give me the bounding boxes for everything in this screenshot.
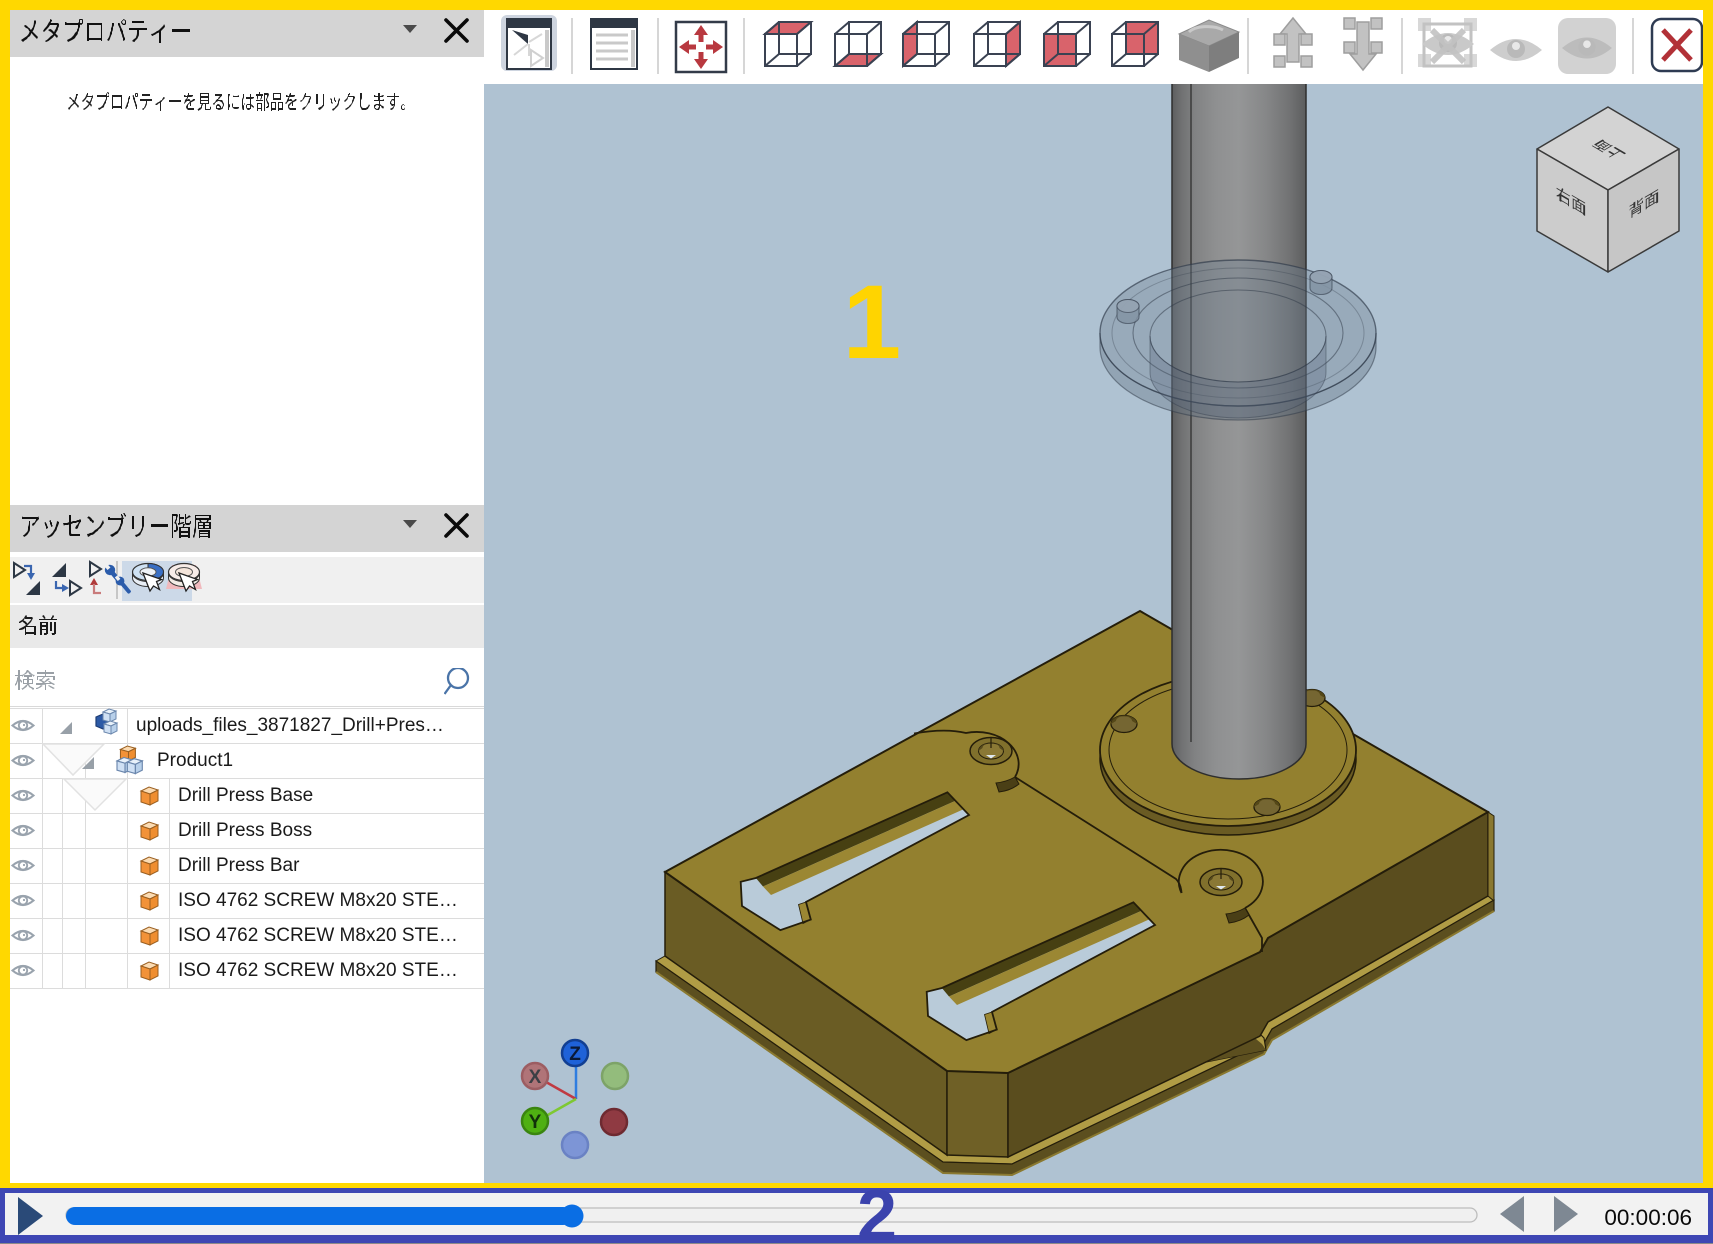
svg-text:00:00:06: 00:00:06 bbox=[1604, 1205, 1692, 1230]
svg-text:Z: Z bbox=[569, 1044, 581, 1065]
svg-text:2: 2 bbox=[857, 1188, 897, 1244]
svg-text:X: X bbox=[529, 1067, 542, 1088]
svg-text:1: 1 bbox=[843, 264, 901, 381]
svg-text:Y: Y bbox=[529, 1112, 542, 1133]
